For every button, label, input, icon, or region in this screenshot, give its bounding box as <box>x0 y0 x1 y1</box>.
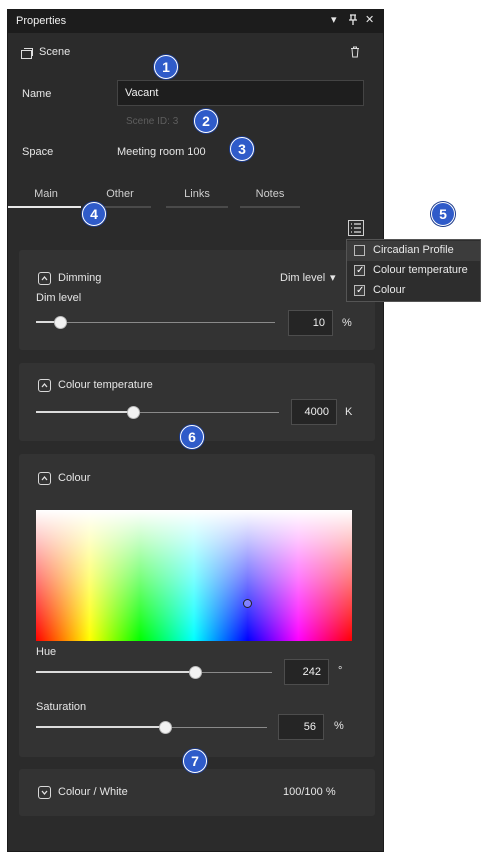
expand-icon[interactable] <box>38 786 51 799</box>
colour-white-title: Colour / White <box>58 786 128 798</box>
collapse-icon[interactable] <box>38 272 51 285</box>
dimming-section: Dimming Dim level ▾ Dim level 10 % <box>19 250 375 350</box>
dimming-title: Dimming <box>58 272 102 284</box>
tab-main-indicator <box>8 206 81 208</box>
checkmark-icon: ✓ <box>356 265 365 276</box>
tab-other[interactable]: Other <box>98 188 142 200</box>
menu-item-label: Circadian Profile <box>373 244 454 256</box>
tab-links[interactable]: Links <box>175 188 219 200</box>
hue-thumb[interactable] <box>188 666 202 679</box>
visibility-menu: Circadian Profile ✓ Colour temperature ✓… <box>346 239 481 302</box>
name-field[interactable]: Vacant <box>117 80 364 106</box>
menu-item-colour[interactable]: ✓ Colour <box>347 281 480 301</box>
dimming-mode-select[interactable]: Dim level <box>280 272 325 284</box>
tab-links-line <box>166 206 228 208</box>
colour-white-section: Colour / White 100/100 % <box>19 769 375 816</box>
colour-white-value: 100/100 % <box>283 786 336 798</box>
annotation-badge-3: 3 <box>230 137 254 161</box>
annotation-badge-4: 4 <box>82 202 106 226</box>
saturation-fill <box>36 726 166 728</box>
colour-picker-handle[interactable] <box>243 599 252 608</box>
pin-icon[interactable] <box>348 14 358 29</box>
saturation-unit: % <box>334 720 344 732</box>
dim-level-thumb[interactable] <box>53 316 67 329</box>
trash-icon[interactable] <box>350 46 360 61</box>
colour-temperature-fill <box>36 411 134 413</box>
panel-title: Properties <box>16 15 67 27</box>
annotation-badge-1: 1 <box>154 55 178 79</box>
tab-notes[interactable]: Notes <box>248 188 292 200</box>
hue-label: Hue <box>36 646 57 658</box>
dim-level-input[interactable]: 10 <box>288 310 333 336</box>
menu-item-circadian-profile[interactable]: Circadian Profile <box>347 241 480 261</box>
space-label: Space <box>22 146 54 158</box>
space-value: Meeting room 100 <box>117 146 206 158</box>
collapse-icon[interactable] <box>38 472 51 485</box>
colour-temperature-title: Colour temperature <box>58 379 153 391</box>
panel-titlebar: Properties ▾ ✕ <box>8 10 383 33</box>
scene-icon <box>21 48 33 62</box>
colour-temperature-unit: K <box>345 406 353 418</box>
menu-item-label: Colour <box>373 284 406 296</box>
tab-notes-line <box>240 206 300 208</box>
saturation-label: Saturation <box>36 701 87 713</box>
scene-label: Scene <box>39 46 71 58</box>
checkmark-icon: ✓ <box>356 285 365 296</box>
annotation-badge-5: 5 <box>431 202 455 226</box>
collapse-icon[interactable] <box>38 379 51 392</box>
dim-level-label: Dim level <box>36 292 82 304</box>
colour-temperature-input[interactable]: 4000 <box>291 399 337 425</box>
checkbox[interactable]: ✓ <box>354 285 365 296</box>
annotation-badge-2: 2 <box>194 109 218 133</box>
chevron-down-icon[interactable]: ▾ <box>330 271 336 284</box>
menu-item-label: Colour temperature <box>373 264 468 276</box>
list-options-icon[interactable] <box>348 220 364 236</box>
hue-fill <box>36 671 195 673</box>
dim-level-track[interactable] <box>36 322 275 323</box>
colour-title: Colour <box>58 472 91 484</box>
hue-input[interactable]: 242 <box>284 659 329 685</box>
saturation-input[interactable]: 56 <box>278 714 324 740</box>
colour-temperature-thumb[interactable] <box>127 406 141 419</box>
colour-picker-field[interactable] <box>36 510 352 641</box>
checkbox[interactable] <box>354 245 365 256</box>
scene-id-text: Scene ID: 3 <box>126 116 179 127</box>
checkbox[interactable]: ✓ <box>354 265 365 276</box>
saturation-thumb[interactable] <box>159 721 173 734</box>
hue-unit: ° <box>338 665 343 677</box>
annotation-badge-7: 7 <box>183 749 207 773</box>
dropdown-icon[interactable]: ▾ <box>331 14 337 26</box>
name-label: Name <box>22 88 52 100</box>
menu-item-colour-temperature[interactable]: ✓ Colour temperature <box>347 261 480 281</box>
close-icon[interactable]: ✕ <box>365 14 374 26</box>
tab-main[interactable]: Main <box>24 188 68 200</box>
annotation-badge-6: 6 <box>180 425 204 449</box>
dim-level-unit: % <box>342 317 352 329</box>
